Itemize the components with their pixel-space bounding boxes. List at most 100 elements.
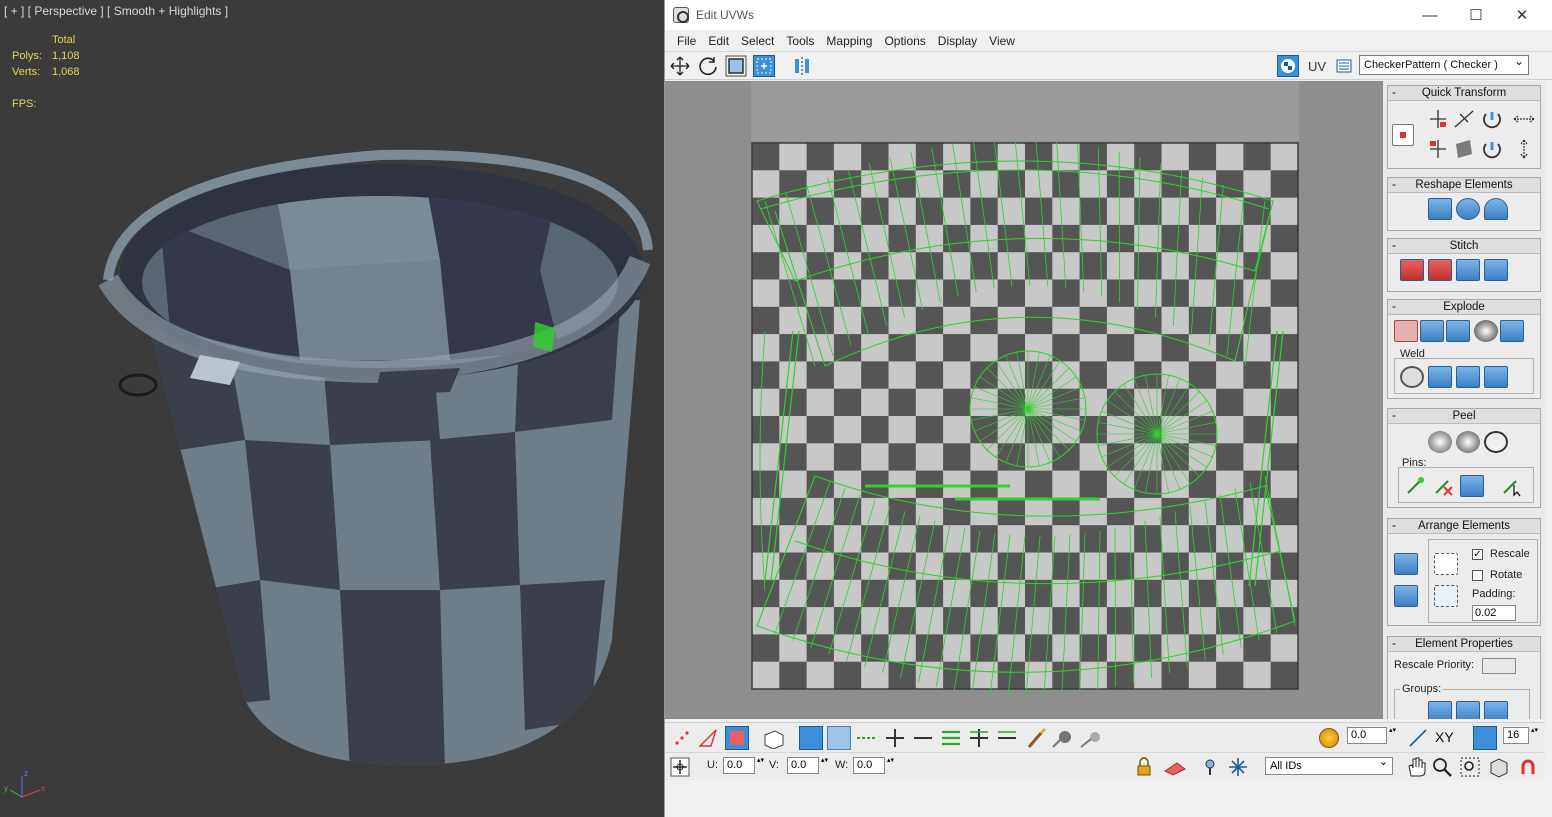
straighten-selection-icon[interactable]	[1428, 198, 1452, 220]
weld-selected-icon[interactable]	[1428, 366, 1452, 388]
align-v-icon[interactable]	[1426, 138, 1450, 160]
weld-all-icon[interactable]	[1484, 366, 1508, 388]
zoom-icon[interactable]	[1431, 756, 1453, 778]
pack-recalc-icon[interactable]	[1434, 585, 1458, 607]
rescale-priority-input[interactable]	[1482, 658, 1516, 674]
title-bar[interactable]: Edit UVWs — ☐ ✕	[665, 0, 1552, 30]
detach-icon[interactable]	[1420, 320, 1444, 342]
texture-dropdown[interactable]: CheckerPattern ( Checker )	[1359, 54, 1529, 75]
shrink-selection-icon[interactable]	[827, 726, 851, 750]
weld-target-icon[interactable]	[1400, 366, 1424, 388]
reset-peel-icon[interactable]	[1484, 431, 1508, 453]
explode-header[interactable]: Explode	[1388, 299, 1540, 315]
zoom-extents-icon[interactable]	[1487, 756, 1509, 778]
material-ids-dropdown[interactable]: All IDs	[1265, 755, 1393, 775]
paint-shrink-icon[interactable]	[1079, 727, 1105, 749]
menu-file[interactable]: File	[671, 34, 702, 48]
paint-select-icon[interactable]	[1025, 727, 1049, 749]
element-mode-icon[interactable]	[761, 727, 785, 749]
edge-mode-icon[interactable]	[697, 727, 719, 749]
loop-icon[interactable]	[855, 727, 879, 749]
pack-together-icon[interactable]	[1394, 585, 1418, 607]
menu-options[interactable]: Options	[878, 34, 931, 48]
group-remove-icon[interactable]	[1484, 701, 1508, 719]
explode-tool-icon[interactable]	[1500, 320, 1524, 342]
paint-grow-icon[interactable]	[1051, 727, 1077, 749]
unpin-icon[interactable]	[1432, 475, 1456, 497]
quick-peel-icon[interactable]	[1428, 431, 1452, 453]
menu-mapping[interactable]: Mapping	[820, 34, 878, 48]
soft-selection-icon[interactable]	[1319, 728, 1339, 748]
auto-pin-icon[interactable]	[1460, 475, 1484, 497]
uv-editor-canvas[interactable]	[665, 81, 1383, 719]
space-h-icon[interactable]	[1512, 108, 1536, 130]
options-icon[interactable]	[1335, 57, 1353, 75]
align-h-icon[interactable]	[1426, 108, 1450, 130]
menu-edit[interactable]: Edit	[702, 34, 735, 48]
element-properties-header[interactable]: Element Properties	[1388, 636, 1540, 652]
group-select-icon[interactable]	[1428, 701, 1452, 719]
stitch-source-icon[interactable]	[1456, 259, 1480, 281]
u-input[interactable]: 0.0	[723, 757, 765, 774]
freeze-icon[interactable]	[1227, 756, 1249, 778]
menu-view[interactable]: View	[983, 34, 1021, 48]
maximize-button[interactable]: ☐	[1453, 0, 1499, 30]
rotate-cw-icon[interactable]	[1480, 108, 1504, 130]
stitch-target-icon[interactable]	[1400, 259, 1424, 281]
move-icon[interactable]	[669, 55, 691, 77]
menu-display[interactable]: Display	[932, 34, 983, 48]
viewport-label[interactable]: [ + ] [ Perspective ] [ Smooth + Highlig…	[4, 4, 228, 18]
grow-selection-icon[interactable]	[799, 726, 823, 750]
ring-grow-icon[interactable]	[967, 727, 991, 749]
weld-threshold-icon[interactable]	[1456, 366, 1480, 388]
scale-icon[interactable]	[725, 55, 747, 77]
align-face-icon[interactable]	[1452, 138, 1476, 160]
straighten-icon[interactable]	[1452, 108, 1476, 130]
padding-input[interactable]: 0.02	[1472, 605, 1516, 621]
arrange-elements-header[interactable]: Arrange Elements	[1388, 518, 1540, 534]
pack-normalize-icon[interactable]	[1394, 553, 1418, 575]
pivot-icon[interactable]	[1392, 124, 1414, 146]
v-input[interactable]: 0.0	[787, 757, 829, 774]
peel-header[interactable]: Peel	[1388, 408, 1540, 424]
peel-mode-icon[interactable]	[1456, 431, 1480, 453]
rotate-ccw-icon[interactable]	[1480, 138, 1504, 160]
menu-tools[interactable]: Tools	[780, 34, 820, 48]
isolate-icon[interactable]	[1201, 757, 1219, 777]
fit-to-shape-icon[interactable]	[1484, 198, 1508, 220]
space-v-icon[interactable]	[1512, 138, 1536, 160]
pan-icon[interactable]	[1405, 756, 1427, 778]
pack-custom-icon[interactable]	[1434, 553, 1458, 575]
group-add-icon[interactable]	[1456, 701, 1480, 719]
ring-shrink-icon[interactable]	[995, 727, 1019, 749]
xy-coordinate-label[interactable]: XY	[1435, 729, 1454, 745]
relax-icon[interactable]	[1456, 198, 1480, 220]
hide-icon[interactable]	[1163, 757, 1187, 777]
falloff-icon[interactable]	[1407, 727, 1429, 749]
stitch-average-icon[interactable]	[1428, 259, 1452, 281]
w-input[interactable]: 0.0	[853, 757, 895, 774]
grid-snap-icon[interactable]	[1473, 726, 1497, 750]
soft-selection-value[interactable]: 0.0	[1347, 727, 1397, 744]
freeform-icon[interactable]	[753, 55, 775, 77]
menu-select[interactable]: Select	[735, 34, 780, 48]
vertex-mode-icon[interactable]	[671, 727, 693, 749]
pin-icon[interactable]	[1404, 475, 1428, 497]
break-icon[interactable]	[1394, 320, 1418, 342]
lock-icon[interactable]	[1135, 757, 1153, 777]
ring-icon[interactable]	[939, 727, 963, 749]
uv-label[interactable]: UV	[1308, 59, 1326, 74]
minimize-button[interactable]: —	[1407, 0, 1453, 30]
absolute-mode-icon[interactable]	[669, 756, 691, 778]
stitch-custom-icon[interactable]	[1484, 259, 1508, 281]
checker-icon[interactable]	[1277, 55, 1299, 77]
rotate-icon[interactable]	[697, 55, 719, 77]
loop-grow-icon[interactable]	[883, 727, 907, 749]
loop-shrink-icon[interactable]	[911, 727, 935, 749]
stitch-header[interactable]: Stitch	[1388, 238, 1540, 254]
rescale-checkbox[interactable]: ✓	[1472, 549, 1483, 560]
close-button[interactable]: ✕	[1499, 0, 1545, 30]
select-pins-icon[interactable]	[1500, 475, 1524, 497]
reshape-elements-header[interactable]: Reshape Elements	[1388, 177, 1540, 193]
rotate-checkbox[interactable]	[1472, 570, 1483, 581]
